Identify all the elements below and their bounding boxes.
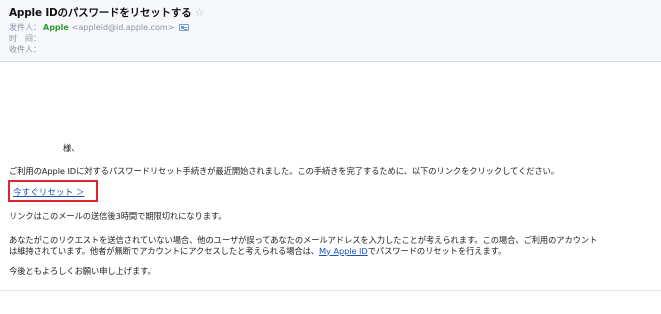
- warning-line-2-end: でパスワードのリセットを行えます。: [367, 245, 507, 256]
- email-subject: Apple IDのパスワードをリセットする: [9, 7, 192, 19]
- time-label: 时 间：: [9, 34, 41, 43]
- footer-divider: [0, 290, 661, 291]
- email-header: Apple IDのパスワードをリセットする ☆ 发件人： Apple <appl…: [0, 0, 661, 62]
- sender-email: <appleid@id.apple.com>: [71, 23, 175, 32]
- my-apple-id-link[interactable]: My Apple ID: [319, 246, 368, 256]
- closing-text: 今後ともよろしくお願い申し上げます。: [9, 266, 156, 276]
- warning-line-2-start: は維持されています。他者が無断でアカウントにアクセスしたと考えられる場合は、: [9, 245, 319, 256]
- warning-paragraph: あなたがこのリクエストを送信されていない場合、他のユーザが誤ってあなたのメールア…: [9, 235, 661, 256]
- sender-row: 发件人： Apple <appleid@id.apple.com>: [9, 22, 190, 33]
- recipient-label: 收件人：: [9, 45, 41, 54]
- subject-row: Apple IDのパスワードをリセットする ☆: [9, 5, 204, 20]
- sender-label: 发件人：: [9, 23, 41, 32]
- greeting: 様、: [63, 143, 80, 153]
- recipient-row: 收件人：: [9, 44, 41, 55]
- contact-card-icon[interactable]: [179, 24, 190, 31]
- sender-name[interactable]: Apple: [43, 23, 69, 32]
- reset-now-link[interactable]: 今すぐリセット ＞: [13, 186, 84, 198]
- time-row: 时 间：: [9, 33, 41, 44]
- warning-line-1: あなたがこのリクエストを送信されていない場合、他のユーザが誤ってあなたのメールア…: [9, 235, 598, 245]
- star-icon[interactable]: ☆: [194, 7, 204, 18]
- intro-text: ご利用のApple IDに対するパスワードリセット手続きが最近開始されました。こ…: [9, 166, 559, 176]
- expiry-text: リンクはこのメールの送信後3時間で期限切れになります。: [9, 211, 227, 221]
- warning-line-2: は維持されています。他者が無断でアカウントにアクセスしたと考えられる場合は、My…: [9, 246, 661, 257]
